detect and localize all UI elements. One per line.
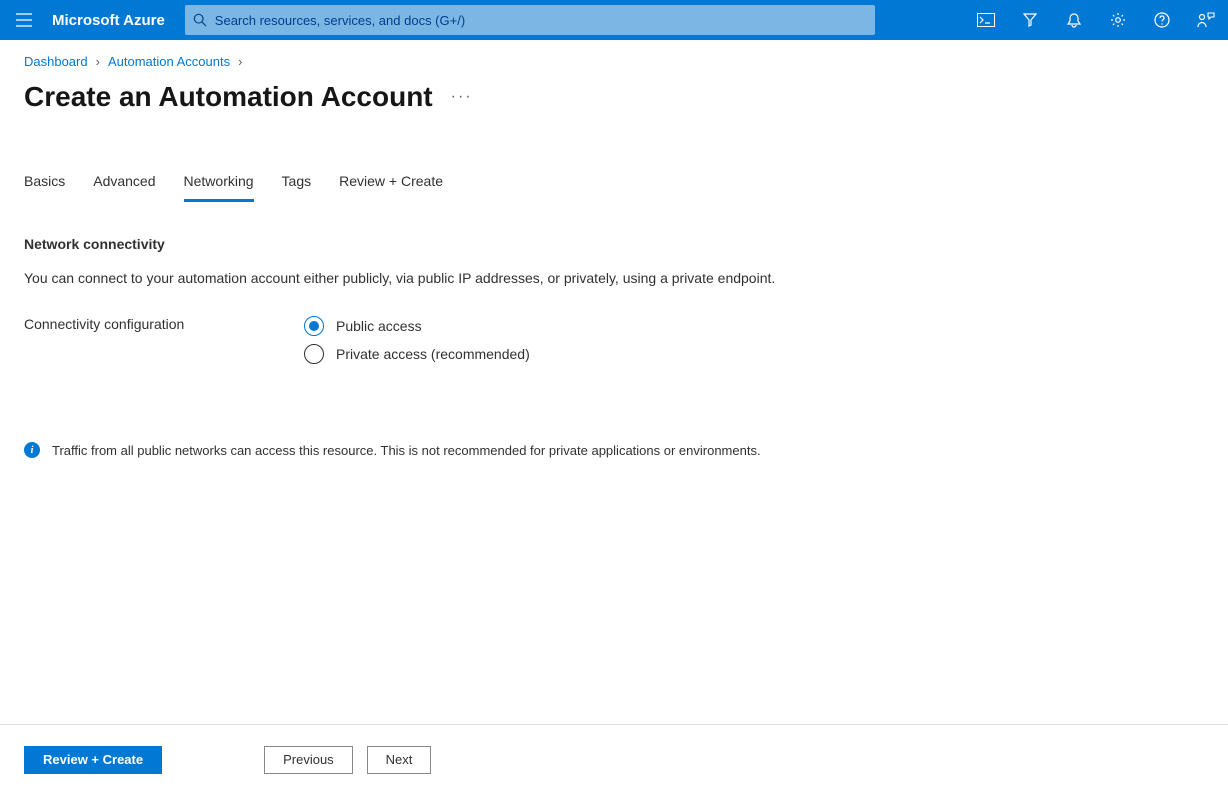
- gear-icon: [1110, 12, 1126, 28]
- notifications-button[interactable]: [1052, 0, 1096, 40]
- cloud-shell-icon: [977, 13, 995, 27]
- tab-basics[interactable]: Basics: [24, 173, 65, 202]
- search-wrap: [185, 5, 875, 35]
- search-box[interactable]: [185, 5, 875, 35]
- tab-tags[interactable]: Tags: [282, 173, 312, 202]
- settings-button[interactable]: [1096, 0, 1140, 40]
- more-button[interactable]: ···: [451, 88, 473, 106]
- cloud-shell-button[interactable]: [964, 0, 1008, 40]
- menu-button[interactable]: [0, 13, 48, 27]
- tab-advanced[interactable]: Advanced: [93, 173, 155, 202]
- tab-review-create[interactable]: Review + Create: [339, 173, 443, 202]
- filter-icon: [1022, 12, 1038, 28]
- previous-button[interactable]: Previous: [264, 746, 353, 774]
- radio-public-label: Public access: [336, 318, 422, 334]
- top-bar: Microsoft Azure: [0, 0, 1228, 40]
- breadcrumb: Dashboard › Automation Accounts ›: [24, 54, 1204, 69]
- radio-unselected-icon: [304, 344, 324, 364]
- breadcrumb-automation-accounts[interactable]: Automation Accounts: [108, 54, 230, 69]
- search-icon: [193, 13, 207, 27]
- wizard-footer: Review + Create Previous Next: [0, 724, 1228, 794]
- radio-selected-icon: [304, 316, 324, 336]
- radio-private-label: Private access (recommended): [336, 346, 530, 362]
- help-icon: [1154, 12, 1170, 28]
- tab-bar: Basics Advanced Networking Tags Review +…: [24, 173, 1204, 202]
- page-body: Dashboard › Automation Accounts › Create…: [0, 40, 1228, 724]
- section-description: You can connect to your automation accou…: [24, 270, 1204, 286]
- hamburger-icon: [16, 13, 32, 27]
- tab-networking[interactable]: Networking: [184, 173, 254, 202]
- top-icons: [964, 0, 1228, 40]
- chevron-right-icon: ›: [96, 54, 100, 69]
- brand-label: Microsoft Azure: [48, 12, 185, 29]
- bell-icon: [1066, 12, 1082, 28]
- title-row: Create an Automation Account ···: [24, 81, 1204, 113]
- section-title: Network connectivity: [24, 236, 1204, 252]
- chevron-right-icon: ›: [238, 54, 242, 69]
- person-feedback-icon: [1197, 12, 1215, 28]
- review-create-button[interactable]: Review + Create: [24, 746, 162, 774]
- next-button[interactable]: Next: [367, 746, 432, 774]
- search-input[interactable]: [207, 13, 867, 28]
- radio-private-access[interactable]: Private access (recommended): [304, 344, 1204, 364]
- radio-public-access[interactable]: Public access: [304, 316, 1204, 336]
- info-text: Traffic from all public networks can acc…: [52, 443, 761, 458]
- help-button[interactable]: [1140, 0, 1184, 40]
- directories-button[interactable]: [1008, 0, 1052, 40]
- info-banner: i Traffic from all public networks can a…: [24, 442, 1204, 458]
- info-icon: i: [24, 442, 40, 458]
- page-title: Create an Automation Account: [24, 81, 433, 113]
- feedback-button[interactable]: [1184, 0, 1228, 40]
- connectivity-field: Connectivity configuration Public access…: [24, 316, 1204, 372]
- connectivity-options: Public access Private access (recommende…: [304, 316, 1204, 372]
- connectivity-label: Connectivity configuration: [24, 316, 304, 372]
- breadcrumb-dashboard[interactable]: Dashboard: [24, 54, 88, 69]
